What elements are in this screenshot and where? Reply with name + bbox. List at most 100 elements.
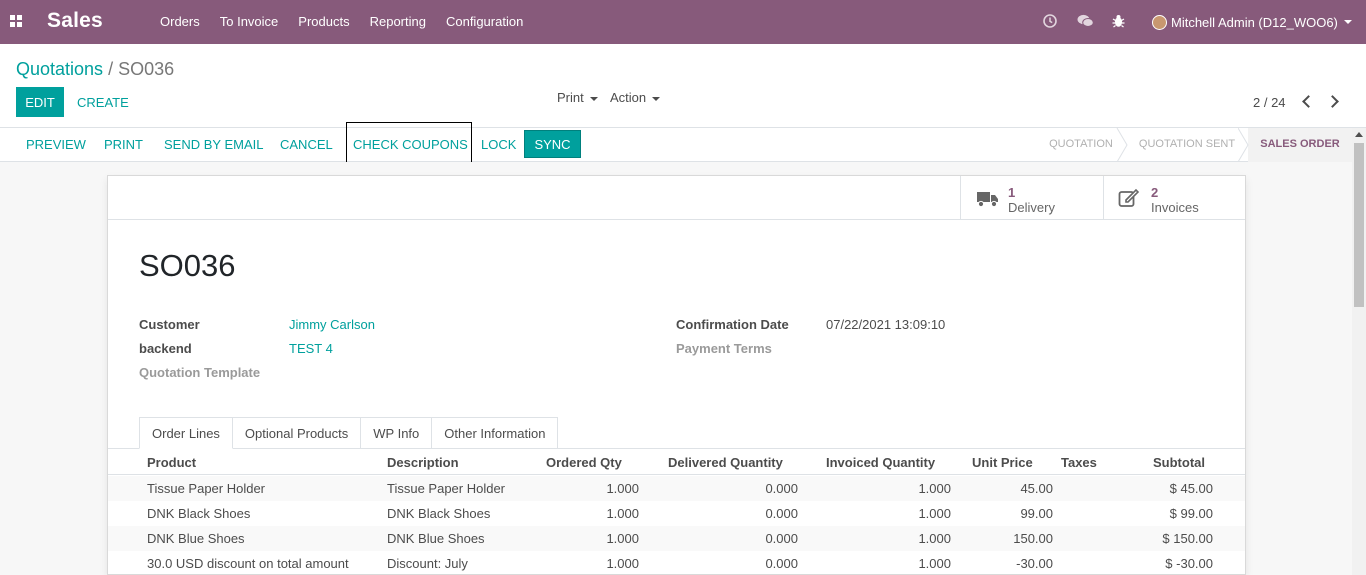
chat-icon[interactable] <box>1077 14 1094 28</box>
cell-product: 30.0 USD discount on total amount <box>147 556 349 571</box>
cell-unit-price: 99.00 <box>1020 506 1053 521</box>
column-header-description[interactable]: Description <box>387 455 459 470</box>
cell-delivered-qty: 0.000 <box>765 556 798 571</box>
apps-menu-icon[interactable] <box>10 15 24 29</box>
clock-icon[interactable] <box>1043 14 1057 28</box>
chevron-left-icon[interactable] <box>1302 95 1315 108</box>
tab-other-information[interactable]: Other Information <box>432 417 559 449</box>
cell-description: DNK Black Shoes <box>387 506 491 521</box>
cell-description: Discount: July <box>387 556 468 571</box>
cell-subtotal: $ 99.00 <box>1169 506 1213 521</box>
menu-item-orders[interactable]: Orders <box>150 0 210 44</box>
print-dropdown[interactable]: Print <box>557 90 598 105</box>
app-name[interactable]: Sales <box>47 9 103 33</box>
backend-link[interactable]: TEST 4 <box>289 341 333 356</box>
create-button[interactable]: CREATE <box>77 95 129 110</box>
cell-product: DNK Blue Shoes <box>147 531 245 546</box>
pager-value[interactable]: 2 / 24 <box>1253 95 1286 110</box>
menu-item-reporting[interactable]: Reporting <box>360 0 436 44</box>
cell-description: Tissue Paper Holder <box>387 481 506 496</box>
button-box-divider <box>108 219 1245 220</box>
print-button[interactable]: PRINT <box>104 137 143 152</box>
avatar <box>1152 14 1167 30</box>
cell-delivered-qty: 0.000 <box>765 506 798 521</box>
cell-product: Tissue Paper Holder <box>147 481 266 496</box>
cell-product: DNK Black Shoes <box>147 506 251 521</box>
invoices-count: 2 <box>1151 185 1159 200</box>
lock-button[interactable]: LOCK <box>481 137 516 152</box>
sync-button[interactable]: SYNC <box>524 130 581 158</box>
table-row[interactable]: DNK Black Shoes DNK Black Shoes 1.000 0.… <box>108 501 1245 526</box>
control-panel: Quotations / SO036 EDIT CREATE Print Actio… <box>0 44 1366 128</box>
pencil-square-icon <box>1118 188 1140 207</box>
breadcrumb-quotations[interactable]: Quotations <box>16 59 103 79</box>
cell-invoiced-qty: 1.000 <box>918 481 951 496</box>
column-header-taxes[interactable]: Taxes <box>1061 455 1097 470</box>
cell-unit-price: 45.00 <box>1020 481 1053 496</box>
chevron-down-icon <box>1343 20 1352 24</box>
column-header-unit-price[interactable]: Unit Price <box>972 455 1033 470</box>
chevron-down-icon <box>652 96 661 101</box>
truck-icon <box>977 192 998 208</box>
table-row[interactable]: Tissue Paper Holder Tissue Paper Holder … <box>108 476 1245 501</box>
main-menu: Orders To Invoice Products Reporting Con… <box>150 0 533 44</box>
invoices-smart-button[interactable]: 2 Invoices <box>1103 176 1246 219</box>
confirmation-date-value: 07/22/2021 13:09:10 <box>826 317 946 332</box>
top-navbar: Sales Orders To Invoice Products Reporti… <box>0 0 1366 44</box>
cell-invoiced-qty: 1.000 <box>918 531 951 546</box>
user-name: Mitchell Admin (D12_WOO6) <box>1171 14 1338 30</box>
table-row[interactable]: DNK Blue Shoes DNK Blue Shoes 1.000 0.00… <box>108 526 1245 551</box>
breadcrumb-current: SO036 <box>118 59 175 79</box>
scrollbar-thumb[interactable] <box>1354 143 1364 307</box>
record-title: SO036 <box>139 248 236 283</box>
scroll-up-icon[interactable] <box>1355 132 1363 137</box>
action-dropdown-label: Action <box>610 90 647 105</box>
tab-optional-products[interactable]: Optional Products <box>232 417 362 449</box>
column-header-product[interactable]: Product <box>147 455 196 470</box>
cell-ordered-qty: 1.000 <box>606 506 639 521</box>
tab-wp-info[interactable]: WP Info <box>361 417 433 449</box>
delivery-smart-button[interactable]: 1 Delivery <box>960 176 1103 219</box>
cell-ordered-qty: 1.000 <box>606 556 639 571</box>
chevron-down-icon <box>589 96 598 101</box>
column-header-invoiced-quantity[interactable]: Invoiced Quantity <box>826 455 935 470</box>
cell-invoiced-qty: 1.000 <box>918 506 951 521</box>
quotation-template-label: Quotation Template <box>139 365 261 380</box>
column-header-subtotal[interactable]: Subtotal <box>1153 455 1205 470</box>
table-header-divider <box>108 474 1245 475</box>
backend-label: backend <box>139 341 192 356</box>
stage-separator <box>1116 128 1128 162</box>
cell-description: DNK Blue Shoes <box>387 531 485 546</box>
table-row[interactable]: 30.0 USD discount on total amount Discou… <box>108 551 1245 575</box>
cell-subtotal: $ -30.00 <box>1165 556 1213 571</box>
menu-item-products[interactable]: Products <box>288 0 359 44</box>
stage-sales-order[interactable]: SALES ORDER <box>1248 128 1352 162</box>
print-dropdown-label: Print <box>557 90 584 105</box>
user-menu[interactable]: Mitchell Admin (D12_WOO6) <box>1152 0 1352 44</box>
cancel-button[interactable]: CANCEL <box>280 137 333 152</box>
menu-item-configuration[interactable]: Configuration <box>436 0 533 44</box>
stage-quotation[interactable]: QUOTATION <box>1040 128 1122 162</box>
customer-label: Customer <box>139 317 200 332</box>
notebook-tabs: Order Lines Optional Products WP Info Ot… <box>139 417 559 449</box>
edit-button[interactable]: EDIT <box>16 87 64 117</box>
form-sheet: 1 Delivery 2 Invoices SO036 Customer Jim… <box>107 175 1246 575</box>
tab-order-lines[interactable]: Order Lines <box>139 417 233 449</box>
bug-icon[interactable] <box>1112 14 1125 28</box>
menu-item-to-invoice[interactable]: To Invoice <box>210 0 289 44</box>
column-header-delivered-quantity[interactable]: Delivered Quantity <box>668 455 783 470</box>
preview-button[interactable]: PREVIEW <box>26 137 86 152</box>
breadcrumb-separator: / <box>108 59 114 79</box>
action-dropdown[interactable]: Action <box>610 90 661 105</box>
breadcrumb: Quotations / SO036 <box>16 59 174 80</box>
cell-delivered-qty: 0.000 <box>765 481 798 496</box>
chevron-right-icon[interactable] <box>1326 95 1339 108</box>
cell-subtotal: $ 45.00 <box>1169 481 1213 496</box>
stage-quotation-sent[interactable]: QUOTATION SENT <box>1130 128 1244 162</box>
send-by-email-button[interactable]: SEND BY EMAIL <box>164 137 263 152</box>
cell-subtotal: $ 150.00 <box>1162 531 1213 546</box>
column-header-ordered-qty[interactable]: Ordered Qty <box>546 455 622 470</box>
cell-unit-price: -30.00 <box>1016 556 1053 571</box>
cell-invoiced-qty: 1.000 <box>918 556 951 571</box>
customer-link[interactable]: Jimmy Carlson <box>289 317 375 332</box>
